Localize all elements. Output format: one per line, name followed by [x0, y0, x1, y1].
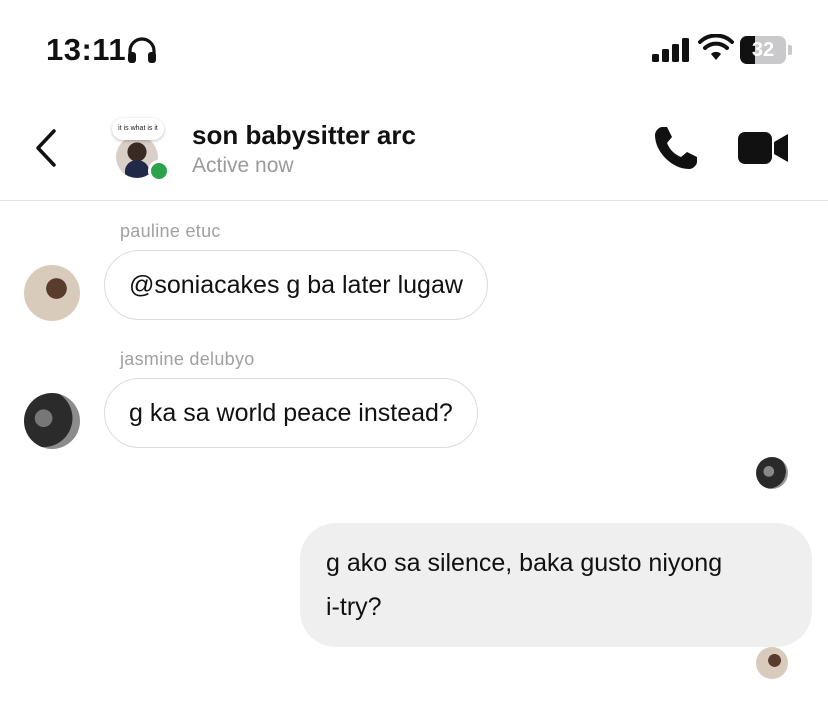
status-time: 13:11: [46, 32, 127, 67]
message-text: g ba later lugaw: [279, 271, 463, 299]
wifi-icon: [698, 34, 734, 60]
sender-name: jasmine delubyo: [120, 349, 255, 369]
chat-title[interactable]: son babysitter arc: [192, 120, 416, 151]
seen-avatar-pauline: [756, 647, 788, 679]
seen-avatar-jasmine: [756, 457, 788, 489]
group-avatar[interactable]: it is what is it: [108, 116, 174, 184]
mention-link[interactable]: @soniacakes: [129, 271, 279, 299]
outgoing-message-bubble[interactable]: g ako sa silence, baka gusto niyong i-tr…: [300, 523, 812, 647]
cellular-signal-icon: [652, 38, 689, 62]
phone-call-button[interactable]: [652, 124, 700, 172]
chevron-left-icon: [36, 129, 56, 167]
avatar-pauline[interactable]: [24, 265, 80, 321]
battery-icon: 32: [740, 36, 792, 64]
avatar-jasmine[interactable]: [24, 393, 80, 449]
video-call-button[interactable]: [738, 128, 788, 168]
headphones-icon: [128, 37, 156, 63]
active-status: Active now: [192, 154, 294, 177]
video-camera-icon: [738, 132, 788, 164]
back-button[interactable]: [30, 125, 62, 171]
message-bubble[interactable]: g ka sa world peace instead?: [104, 378, 478, 448]
battery-level-text: 32: [751, 39, 775, 61]
message-text: g ka sa world peace instead?: [129, 399, 453, 427]
message-bubble[interactable]: @soniacakes g ba later lugaw: [104, 250, 488, 320]
phone-icon: [655, 127, 697, 169]
sender-name: pauline etuc: [120, 221, 221, 241]
group-note: it is what is it: [112, 118, 164, 140]
header-divider: [0, 200, 828, 201]
message-text-line: g ako sa silence, baka gusto niyong: [326, 549, 723, 577]
message-text-line: i-try?: [326, 593, 382, 621]
online-indicator: [148, 160, 170, 182]
